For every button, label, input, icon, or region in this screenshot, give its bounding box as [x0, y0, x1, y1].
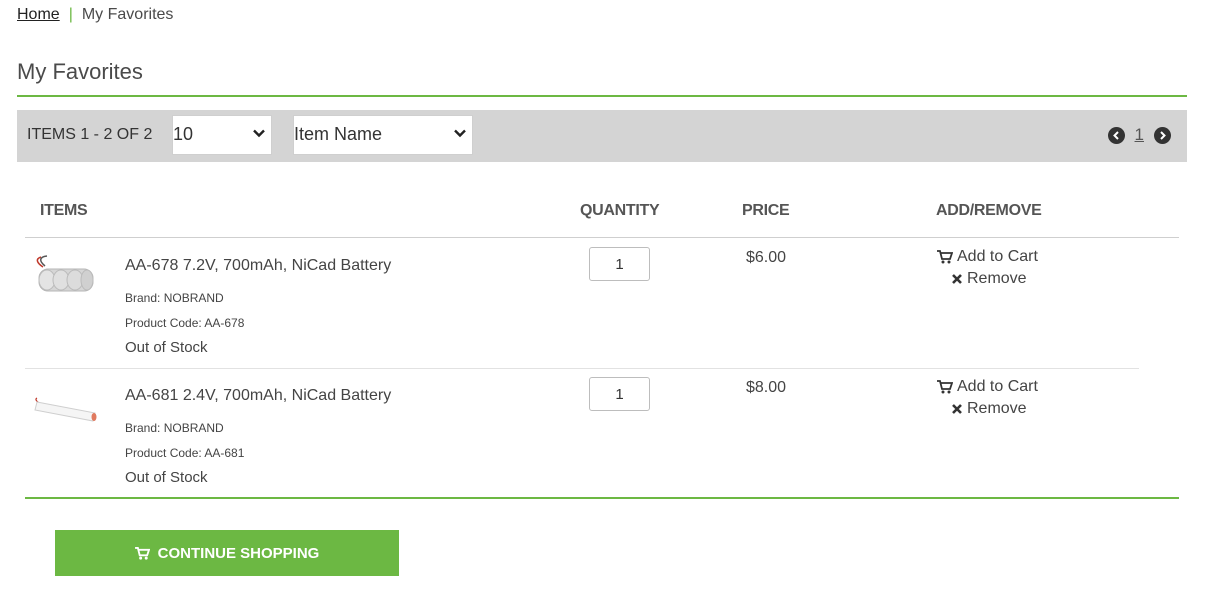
continue-shopping-label: CONTINUE SHOPPING	[157, 544, 320, 562]
chevron-down-icon	[253, 129, 265, 138]
product-image[interactable]	[33, 383, 97, 427]
list-toolbar: ITEMS 1 - 2 OF 2 10 Item Name 1	[17, 110, 1187, 162]
title-divider	[17, 95, 1187, 97]
sort-select[interactable]: Item Name	[293, 115, 473, 155]
breadcrumb: Home | My Favorites	[17, 6, 173, 24]
per-page-select[interactable]: 10	[172, 115, 272, 155]
page-number-link[interactable]: 1	[1135, 125, 1144, 145]
product-code: Product Code: AA-678	[125, 316, 245, 330]
add-to-cart-button[interactable]: Add to Cart	[937, 248, 1038, 266]
remove-button[interactable]: Remove	[951, 400, 1027, 418]
cart-icon	[937, 250, 953, 264]
header-price: PRICE	[742, 202, 790, 219]
add-to-cart-label: Add to Cart	[957, 248, 1038, 265]
add-to-cart-label: Add to Cart	[957, 378, 1038, 395]
product-brand: Brand: NOBRAND	[125, 291, 224, 305]
chevron-left-circle-icon[interactable]	[1107, 126, 1125, 144]
product-brand: Brand: NOBRAND	[125, 421, 224, 435]
remove-button[interactable]: Remove	[951, 270, 1027, 288]
breadcrumb-home-link[interactable]: Home	[17, 6, 60, 24]
x-icon	[952, 404, 962, 414]
product-image[interactable]	[33, 253, 97, 297]
remove-label: Remove	[967, 270, 1027, 287]
x-icon	[952, 274, 962, 284]
add-to-cart-button[interactable]: Add to Cart	[937, 378, 1038, 396]
product-name[interactable]: AA-678 7.2V, 700mAh, NiCad Battery	[125, 257, 391, 275]
table-row: AA-681 2.4V, 700mAh, NiCad Battery Brand…	[25, 369, 1139, 499]
table-header: ITEMS QUANTITY PRICE ADD/REMOVE	[25, 200, 1179, 238]
breadcrumb-current: My Favorites	[81, 6, 174, 23]
per-page-value: 10	[173, 124, 194, 144]
chevron-down-icon	[454, 129, 466, 138]
item-count: ITEMS 1 - 2 OF 2	[27, 126, 153, 143]
pagination: 1	[1107, 125, 1171, 145]
header-quantity: QUANTITY	[580, 202, 660, 219]
product-code: Product Code: AA-681	[125, 446, 245, 460]
chevron-right-circle-icon[interactable]	[1154, 126, 1171, 144]
product-price: $6.00	[746, 249, 787, 266]
quantity-input[interactable]	[589, 377, 650, 411]
product-name[interactable]: AA-681 2.4V, 700mAh, NiCad Battery	[125, 387, 391, 405]
stock-status: Out of Stock	[125, 469, 208, 486]
page-title: My Favorites	[17, 59, 143, 84]
header-items: ITEMS	[40, 202, 88, 219]
stock-status: Out of Stock	[125, 339, 208, 356]
breadcrumb-separator: |	[68, 6, 73, 23]
table-bottom-divider	[25, 497, 1179, 499]
cart-icon	[937, 380, 953, 394]
table-row: AA-678 7.2V, 700mAh, NiCad Battery Brand…	[25, 239, 1139, 369]
sort-value: Item Name	[294, 124, 383, 144]
header-add-remove: ADD/REMOVE	[936, 202, 1042, 219]
product-price: $8.00	[746, 379, 787, 396]
remove-label: Remove	[967, 400, 1027, 417]
cart-icon	[134, 546, 150, 560]
continue-shopping-button[interactable]: CONTINUE SHOPPING	[55, 530, 399, 576]
quantity-input[interactable]	[589, 247, 650, 281]
